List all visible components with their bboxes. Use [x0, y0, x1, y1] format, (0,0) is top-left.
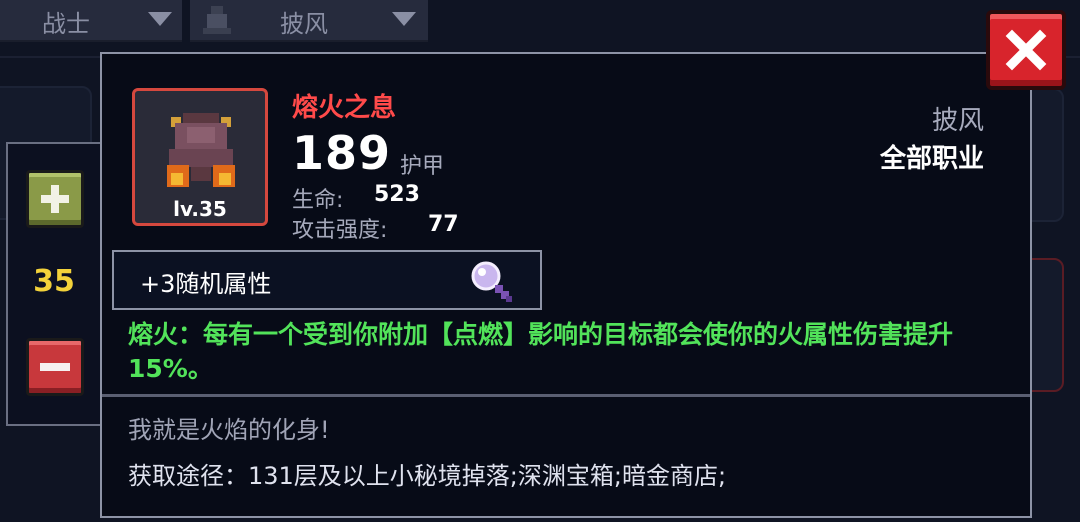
hp-label: 生命:	[292, 188, 344, 213]
item-tooltip: lv.35 熔火之息 189 护甲 生命: 523 攻击强度: 77 披风 全部…	[100, 52, 1032, 518]
cloak-item-icon	[167, 113, 235, 187]
cloak-slot-icon	[203, 6, 231, 34]
increase-level-button[interactable]	[26, 170, 84, 228]
item-slot: 披风	[931, 106, 984, 136]
armor-label: 护甲	[400, 154, 445, 179]
class-filter-label: 战士	[42, 10, 90, 38]
item-effect-text: 熔火：每有一个受到你附加【点燃】影响的目标都会使你的火属性伤害提升15%。	[128, 320, 954, 383]
item-icon-frame: lv.35	[132, 88, 268, 226]
level-value: 35	[33, 264, 75, 299]
tooltip-divider	[102, 394, 1030, 397]
close-button[interactable]	[986, 10, 1066, 90]
class-filter-dropdown[interactable]: 战士	[0, 0, 182, 42]
magnifier-icon[interactable]	[466, 258, 516, 306]
item-flavor-text: 我就是火焰的化身!	[128, 416, 330, 444]
random-attributes-box[interactable]: +3随机属性	[112, 250, 542, 310]
level-stepper: 35	[6, 142, 102, 426]
class-restriction: 全部职业	[879, 144, 984, 174]
armor-value: 189	[292, 126, 392, 180]
hp-value: 523	[374, 182, 420, 207]
attack-label: 攻击强度:	[292, 218, 388, 243]
chevron-down-icon	[392, 12, 416, 26]
attack-value: 77	[428, 212, 459, 237]
minus-icon	[40, 363, 70, 371]
slot-filter-label: 披风	[280, 10, 328, 38]
item-name: 熔火之息	[292, 93, 397, 123]
item-source-text: 获取途径：131层及以上小秘境掉落;深渊宝箱;暗金商店;	[128, 462, 727, 490]
chevron-down-icon	[148, 12, 172, 26]
random-attributes-text: +3随机属性	[140, 270, 272, 298]
item-level-label: lv.35	[173, 197, 227, 221]
close-x-icon	[1005, 29, 1047, 71]
slot-filter-dropdown[interactable]: 披风	[190, 0, 428, 42]
decrease-level-button[interactable]	[26, 338, 84, 396]
